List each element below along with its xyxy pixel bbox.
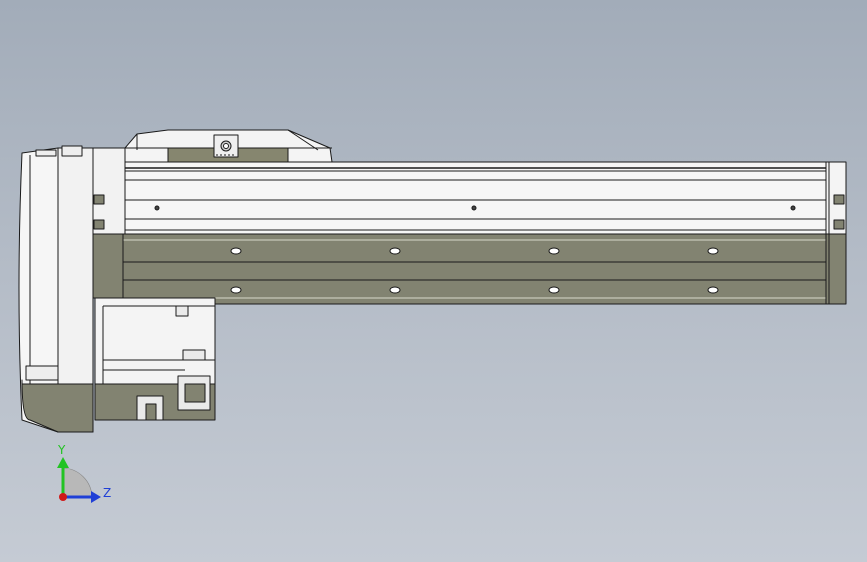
coordinate-triad bbox=[57, 457, 101, 503]
mounting-hole bbox=[471, 205, 477, 211]
mounting-hole bbox=[154, 205, 160, 211]
flange-disk bbox=[18, 145, 94, 433]
motor-housing bbox=[94, 297, 216, 421]
y-axis-label: Y bbox=[58, 443, 66, 457]
mounting-hole bbox=[790, 205, 796, 211]
slot-hole bbox=[707, 286, 719, 294]
rail-lower bbox=[94, 233, 830, 305]
slot-hole bbox=[548, 247, 560, 255]
z-axis-label: Z bbox=[103, 486, 112, 500]
slot-hole bbox=[389, 286, 401, 294]
cad-viewport[interactable] bbox=[0, 0, 867, 562]
slot-hole bbox=[389, 247, 401, 255]
linear-actuator-model bbox=[18, 129, 847, 433]
x-axis-origin bbox=[59, 493, 67, 501]
slot-hole bbox=[548, 286, 560, 294]
carriage-block bbox=[124, 129, 333, 163]
rail-upper bbox=[122, 161, 830, 235]
left-end-plate bbox=[92, 147, 126, 299]
right-end-cap bbox=[825, 161, 847, 305]
slot-hole bbox=[230, 286, 242, 294]
slot-hole bbox=[230, 247, 242, 255]
slot-hole bbox=[707, 247, 719, 255]
